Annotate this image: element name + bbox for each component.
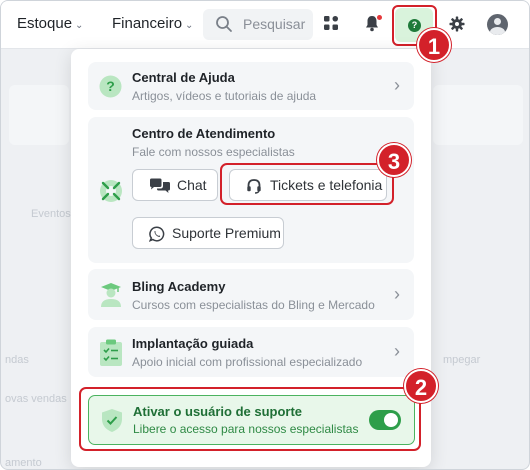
chevron-right-icon: › — [394, 75, 400, 95]
premium-support-label: Suporte Premium — [172, 225, 281, 241]
highlight-box-step-2 — [79, 387, 421, 451]
guided-setup-item[interactable]: Implantação guiada Apoio inicial com pro… — [88, 327, 414, 377]
svg-text:?: ? — [106, 78, 115, 94]
search-input[interactable]: Pesquisar — [203, 9, 313, 40]
question-circle-icon: ? — [99, 75, 122, 98]
background-text: ovas vendas — [5, 393, 67, 405]
graduate-icon — [101, 283, 121, 307]
apps-grid-icon[interactable] — [323, 15, 339, 31]
nav-estoque-label: Estoque — [17, 15, 73, 32]
chevron-down-icon: ⌄ — [75, 20, 84, 31]
chevron-right-icon: › — [394, 341, 400, 361]
chevron-down-icon: ⌄ — [185, 20, 194, 31]
chevron-right-icon: › — [394, 284, 400, 304]
avatar-body — [490, 27, 505, 35]
step-badge-2: 2 — [404, 369, 438, 403]
gear-icon[interactable] — [449, 16, 465, 32]
chat-button[interactable]: Chat — [132, 169, 218, 201]
bling-academy-title: Bling Academy — [132, 279, 226, 294]
nav-financeiro-label: Financeiro — [112, 15, 183, 32]
service-center-title: Centro de Atendimento — [132, 126, 276, 141]
background-text: ndas — [5, 354, 29, 366]
background-text: Eventos — [31, 208, 71, 220]
step-badge-1: 1 — [417, 28, 451, 62]
background-banner — [9, 85, 69, 145]
nav-financeiro[interactable]: Financeiro ⌄ — [112, 15, 193, 32]
nav-estoque[interactable]: Estoque ⌄ — [17, 15, 83, 32]
background-banner-right — [433, 85, 523, 145]
avatar-head — [494, 18, 501, 25]
background-text: mpegar — [443, 354, 481, 366]
search-placeholder: Pesquisar — [243, 16, 306, 32]
help-center-item[interactable]: ? Central de Ajuda Artigos, vídeos e tut… — [88, 62, 414, 110]
chat-button-label: Chat — [177, 177, 207, 193]
service-center-subtitle: Fale com nossos especialistas — [132, 145, 295, 159]
bling-academy-subtitle: Cursos com especialistas do Bling e Merc… — [132, 298, 375, 312]
help-center-subtitle: Artigos, vídeos e tutoriais de ajuda — [132, 89, 317, 103]
highlight-box-step-3 — [220, 163, 394, 205]
guided-setup-title: Implantação guiada — [132, 336, 254, 351]
chat-bubbles-icon — [150, 178, 170, 193]
user-avatar[interactable] — [487, 14, 508, 35]
support-lifebuoy-icon — [100, 180, 122, 202]
premium-support-button[interactable]: Suporte Premium — [132, 217, 284, 249]
step-badge-3: 3 — [377, 143, 411, 177]
app-window: Eventos ndas ovas vendas amento mpegar E… — [0, 0, 530, 470]
guided-setup-subtitle: Apoio inicial com profissional especiali… — [132, 355, 363, 369]
background-text: amento — [5, 457, 42, 469]
whatsapp-icon — [149, 226, 165, 242]
bling-academy-item[interactable]: Bling Academy Cursos com especialistas d… — [88, 269, 414, 320]
notification-dot — [377, 15, 382, 20]
search-icon — [216, 16, 232, 32]
clipboard-checklist-icon — [100, 339, 122, 366]
help-center-title: Central de Ajuda — [132, 70, 235, 85]
